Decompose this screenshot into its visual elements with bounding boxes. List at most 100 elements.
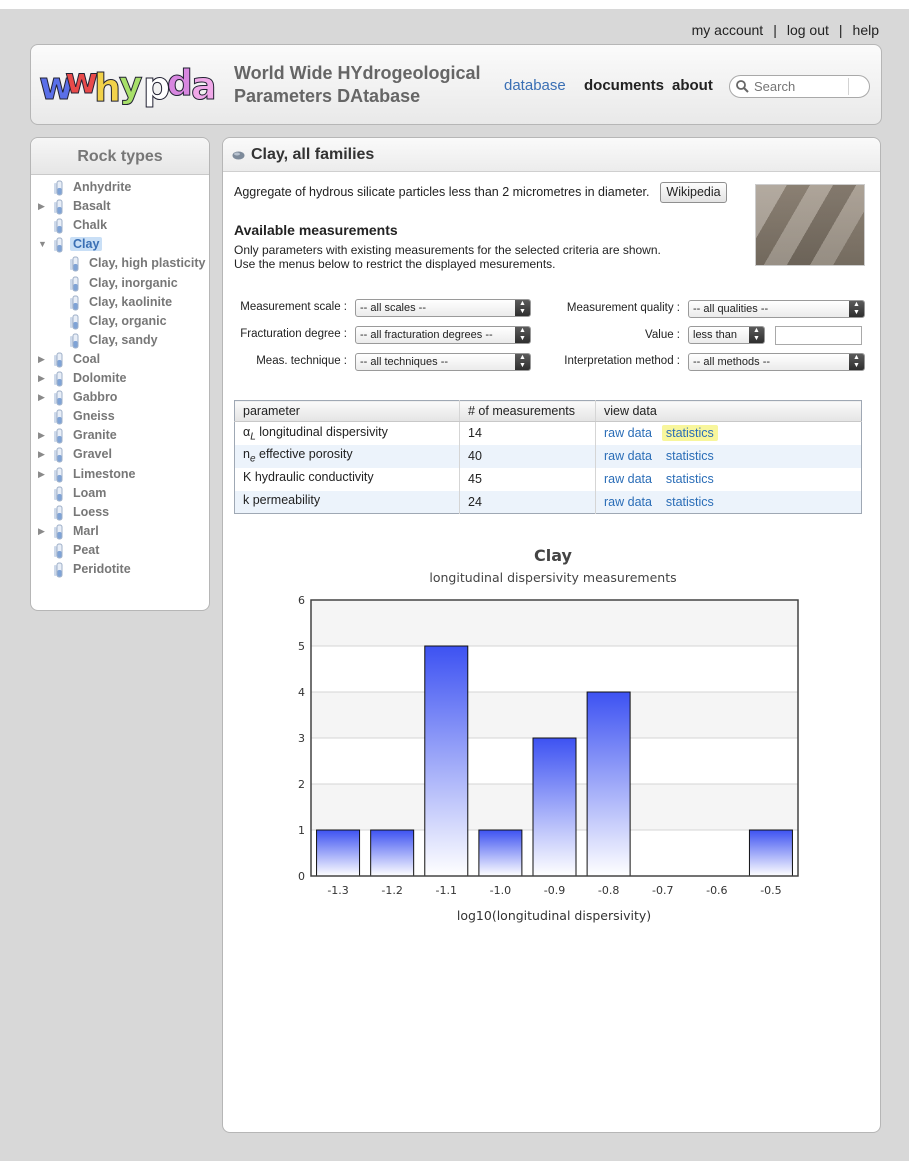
sidebar-item[interactable]: ▶ Gabbro <box>38 389 203 407</box>
sidebar-item-label: Marl <box>73 523 99 538</box>
help-link[interactable]: help <box>853 22 879 38</box>
statistics-link[interactable]: statistics <box>666 449 714 463</box>
grid-band <box>311 600 798 646</box>
statistics-link[interactable]: statistics <box>666 472 714 486</box>
grid-band <box>311 646 798 692</box>
my-account-link[interactable]: my account <box>692 22 764 38</box>
search-box[interactable] <box>729 75 870 98</box>
parameter-symbol: k <box>243 493 250 507</box>
sidebar-item[interactable]: Peridotite <box>38 561 203 579</box>
interpretation-select[interactable]: -- all methods -- ▲ ▼ <box>688 353 865 371</box>
raw-data-link[interactable]: raw data <box>604 472 652 486</box>
sidebar-item[interactable]: Gneiss <box>38 408 203 426</box>
value-input[interactable] <box>775 326 862 345</box>
nav-about[interactable]: about <box>672 77 713 94</box>
chart-subtitle: longitudinal dispersivity measurements <box>429 570 676 585</box>
wwhypda-logo[interactable]: w w h y p d a <box>39 55 221 111</box>
expand-arrow-icon[interactable]: ▶ <box>38 373 45 384</box>
sidebar-item[interactable]: ▶ Gravel <box>38 446 203 464</box>
expand-arrow-icon[interactable]: ▶ <box>38 469 45 480</box>
rock-vial-icon <box>54 352 63 368</box>
nav-documents[interactable]: documents <box>584 77 664 94</box>
sidebar-item-label: Clay, high plasticity <box>89 256 206 271</box>
sidebar-item[interactable]: Clay, high plasticity <box>69 255 206 273</box>
search-input[interactable] <box>752 78 846 95</box>
sidebar-item[interactable]: Clay, sandy <box>69 332 204 350</box>
select-arrows-icon: ▲ ▼ <box>849 354 864 370</box>
expand-arrow-icon[interactable]: ▶ <box>38 354 45 365</box>
raw-data-link[interactable]: raw data <box>604 495 652 509</box>
sidebar-item[interactable]: ▶ Coal <box>38 351 203 369</box>
fracturation-select[interactable]: -- all fracturation degrees -- ▲ ▼ <box>355 326 531 344</box>
rock-vial-icon <box>54 524 63 540</box>
nav-database[interactable]: database <box>504 77 566 94</box>
x-tick-label: -0.7 <box>652 884 673 897</box>
sidebar-item-label: Clay, inorganic <box>89 275 178 290</box>
available-line2: Use the menus below to restrict the disp… <box>234 257 556 271</box>
table-row: K hydraulic conductivity 45 raw data stati… <box>235 467 862 491</box>
parameter-symbol: n <box>243 447 250 462</box>
sidebar-item[interactable]: ▶ Granite <box>38 427 203 445</box>
sidebar-item[interactable]: Chalk <box>38 217 203 235</box>
sidebar-item[interactable]: Clay, inorganic <box>69 275 204 293</box>
expand-arrow-icon[interactable]: ▶ <box>38 430 45 441</box>
y-tick-label: 1 <box>298 824 305 837</box>
rock-vial-icon <box>54 486 63 502</box>
sidebar-item[interactable]: Clay, kaolinite <box>69 294 204 312</box>
expand-arrow-icon[interactable]: ▶ <box>38 526 45 537</box>
expand-arrow-icon[interactable]: ▶ <box>38 449 45 460</box>
expand-arrow-icon[interactable]: ▶ <box>38 201 45 212</box>
sidebar-item[interactable]: ▶ Basalt <box>38 198 203 216</box>
expand-arrow-icon[interactable]: ▶ <box>38 392 45 403</box>
expanded-arrow-icon[interactable]: ▼ <box>38 239 47 249</box>
x-tick-label: -0.5 <box>760 884 781 897</box>
rock-description: Aggregate of hydrous silicate particles … <box>234 185 650 199</box>
quality-select[interactable]: -- all qualities -- ▲ ▼ <box>688 300 865 318</box>
search-icon <box>736 80 749 93</box>
log-out-link[interactable]: log out <box>787 22 829 38</box>
rock-vial-icon <box>54 409 63 425</box>
scale-select[interactable]: -- all scales -- ▲ ▼ <box>355 299 531 317</box>
rock-vial-icon <box>70 295 79 311</box>
sidebar-item[interactable]: Loess <box>38 504 203 522</box>
rock-photo[interactable] <box>755 184 865 266</box>
sidebar-item[interactable]: Loam <box>38 485 203 503</box>
raw-data-link[interactable]: raw data <box>604 426 652 440</box>
sidebar-item[interactable]: Clay, organic <box>69 313 204 331</box>
rock-vial-icon <box>70 314 79 330</box>
statistics-link[interactable]: statistics <box>661 425 718 442</box>
raw-data-link[interactable]: raw data <box>604 449 652 463</box>
view-data-cell: raw data statistics <box>595 421 862 445</box>
sidebar-item[interactable]: ▼ Clay <box>38 236 203 254</box>
parameter-cell: k permeability <box>234 490 460 514</box>
sidebar-item[interactable]: ▶ Dolomite <box>38 370 203 388</box>
count-cell: 14 <box>459 421 596 445</box>
rock-types-sidebar: Rock types Anhydrite ▶ Basalt Chalk ▼ Clay Cla… <box>30 137 210 611</box>
header-parameter: parameter <box>234 400 460 422</box>
x-tick-label: -0.8 <box>598 884 619 897</box>
sidebar-item-label: Clay <box>70 237 103 252</box>
interpretation-label: Interpretation method : <box>564 355 680 367</box>
rock-vial-icon <box>54 237 63 253</box>
sidebar-item-label: Loess <box>73 504 110 519</box>
table-row: k permeability 24 raw data statistics <box>234 490 862 514</box>
value-operator-select[interactable]: less than ▲ ▼ <box>688 326 765 344</box>
x-tick-label: -1.1 <box>436 884 457 897</box>
top-strip <box>0 0 909 9</box>
sidebar-item[interactable]: ▶ Marl <box>38 523 203 541</box>
sidebar-item[interactable]: Peat <box>38 542 203 560</box>
sidebar-item-label: Loam <box>73 485 107 500</box>
sidebar-item-label: Chalk <box>73 218 108 233</box>
histogram-bar <box>316 829 361 877</box>
x-tick-label: -0.6 <box>706 884 727 897</box>
wikipedia-button[interactable]: Wikipedia <box>660 182 727 203</box>
statistics-link[interactable]: statistics <box>666 495 714 509</box>
rock-vial-icon <box>54 562 63 578</box>
sidebar-item-label: Peridotite <box>73 562 131 576</box>
quality-label: Measurement quality : <box>566 302 680 314</box>
sidebar-item[interactable]: ▶ Limestone <box>38 466 203 484</box>
sidebar-item[interactable]: Anhydrite <box>38 179 203 197</box>
technique-select[interactable]: -- all techniques -- ▲ ▼ <box>355 353 531 371</box>
histogram-bar <box>748 829 793 877</box>
value-label: Value : <box>645 329 680 341</box>
